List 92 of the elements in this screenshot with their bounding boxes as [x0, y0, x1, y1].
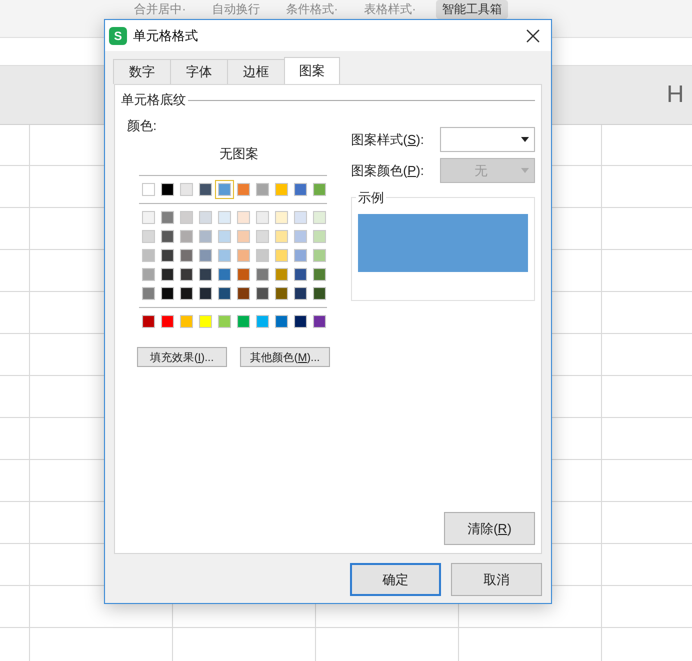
- color-swatch[interactable]: [310, 284, 329, 303]
- color-swatch[interactable]: [253, 312, 272, 331]
- field-label: 图案颜色(P):: [351, 162, 424, 180]
- color-swatch[interactable]: [215, 180, 234, 199]
- color-swatch[interactable]: [139, 180, 158, 199]
- color-swatch[interactable]: [234, 180, 253, 199]
- color-swatch[interactable]: [215, 227, 234, 246]
- color-swatch[interactable]: [234, 208, 253, 227]
- color-swatch[interactable]: [234, 312, 253, 331]
- color-swatch[interactable]: [139, 246, 158, 265]
- color-swatch[interactable]: [272, 208, 291, 227]
- dropdown[interactable]: [440, 127, 535, 152]
- color-swatch[interactable]: [272, 312, 291, 331]
- color-swatch[interactable]: [253, 265, 272, 284]
- color-swatch[interactable]: [196, 312, 215, 331]
- app-icon: S: [109, 26, 127, 44]
- sample-label: 示例: [356, 189, 386, 207]
- tab[interactable]: 字体: [170, 59, 228, 84]
- color-swatch[interactable]: [139, 227, 158, 246]
- color-swatch[interactable]: [215, 312, 234, 331]
- color-swatch[interactable]: [253, 284, 272, 303]
- color-swatch[interactable]: [139, 208, 158, 227]
- color-swatch[interactable]: [291, 312, 310, 331]
- color-swatch[interactable]: [177, 284, 196, 303]
- color-swatch[interactable]: [139, 284, 158, 303]
- color-swatch[interactable]: [272, 246, 291, 265]
- color-swatch[interactable]: [158, 265, 177, 284]
- fill-effects-button[interactable]: 填充效果(I)...: [137, 347, 227, 367]
- color-swatch[interactable]: [310, 208, 329, 227]
- color-swatch[interactable]: [234, 246, 253, 265]
- color-label: 颜色:: [127, 118, 157, 133]
- color-swatch[interactable]: [215, 246, 234, 265]
- color-swatch[interactable]: [215, 208, 234, 227]
- color-swatch[interactable]: [272, 265, 291, 284]
- color-swatch[interactable]: [158, 312, 177, 331]
- color-swatch[interactable]: [196, 227, 215, 246]
- color-swatch[interactable]: [272, 227, 291, 246]
- color-swatch[interactable]: [177, 246, 196, 265]
- color-swatch[interactable]: [291, 284, 310, 303]
- color-swatch[interactable]: [177, 265, 196, 284]
- toolbox-button[interactable]: 智能工具箱: [436, 0, 508, 19]
- cancel-button[interactable]: 取消: [451, 563, 542, 596]
- color-swatch[interactable]: [234, 265, 253, 284]
- color-swatch[interactable]: [158, 208, 177, 227]
- dropdown-caret-icon: [521, 137, 529, 142]
- color-swatch[interactable]: [158, 180, 177, 199]
- color-swatch[interactable]: [196, 284, 215, 303]
- color-swatch[interactable]: [291, 180, 310, 199]
- color-swatch[interactable]: [158, 227, 177, 246]
- color-swatch[interactable]: [177, 312, 196, 331]
- color-swatch[interactable]: [310, 246, 329, 265]
- ok-button[interactable]: 确定: [350, 563, 441, 596]
- no-pattern-option[interactable]: 无图案: [220, 145, 258, 163]
- color-swatch[interactable]: [291, 227, 310, 246]
- color-swatch[interactable]: [253, 246, 272, 265]
- window-title: 单元格格式: [133, 26, 199, 44]
- column-header[interactable]: H: [666, 81, 684, 109]
- section-title: 单元格底纹: [121, 91, 186, 109]
- tab[interactable]: 数字: [113, 59, 171, 84]
- color-swatch[interactable]: [310, 312, 329, 331]
- color-swatch[interactable]: [158, 284, 177, 303]
- color-swatch[interactable]: [196, 246, 215, 265]
- color-swatch[interactable]: [291, 208, 310, 227]
- color-swatch[interactable]: [291, 246, 310, 265]
- color-swatch[interactable]: [310, 265, 329, 284]
- color-swatch[interactable]: [272, 284, 291, 303]
- color-swatch[interactable]: [196, 265, 215, 284]
- color-swatch[interactable]: [177, 208, 196, 227]
- color-swatch[interactable]: [253, 227, 272, 246]
- clear-button[interactable]: 清除(R): [444, 512, 535, 545]
- color-swatch[interactable]: [291, 265, 310, 284]
- color-swatch[interactable]: [215, 284, 234, 303]
- color-swatch[interactable]: [253, 208, 272, 227]
- tab[interactable]: 图案: [284, 57, 340, 84]
- color-swatch[interactable]: [177, 227, 196, 246]
- color-swatch[interactable]: [196, 180, 215, 199]
- color-swatch[interactable]: [196, 208, 215, 227]
- color-swatch[interactable]: [139, 265, 158, 284]
- color-swatch[interactable]: [139, 312, 158, 331]
- dropdown-caret-icon: [521, 168, 529, 173]
- color-swatch[interactable]: [310, 180, 329, 199]
- more-colors-button[interactable]: 其他颜色(M)...: [240, 347, 330, 367]
- color-swatch[interactable]: [310, 227, 329, 246]
- color-swatch[interactable]: [215, 265, 234, 284]
- color-swatch[interactable]: [272, 180, 291, 199]
- color-swatch[interactable]: [234, 284, 253, 303]
- color-swatch[interactable]: [253, 180, 272, 199]
- color-swatch[interactable]: [158, 246, 177, 265]
- tab[interactable]: 边框: [227, 59, 285, 84]
- field-label: 图案样式(S):: [351, 130, 424, 148]
- color-swatch[interactable]: [177, 180, 196, 199]
- color-swatch[interactable]: [234, 227, 253, 246]
